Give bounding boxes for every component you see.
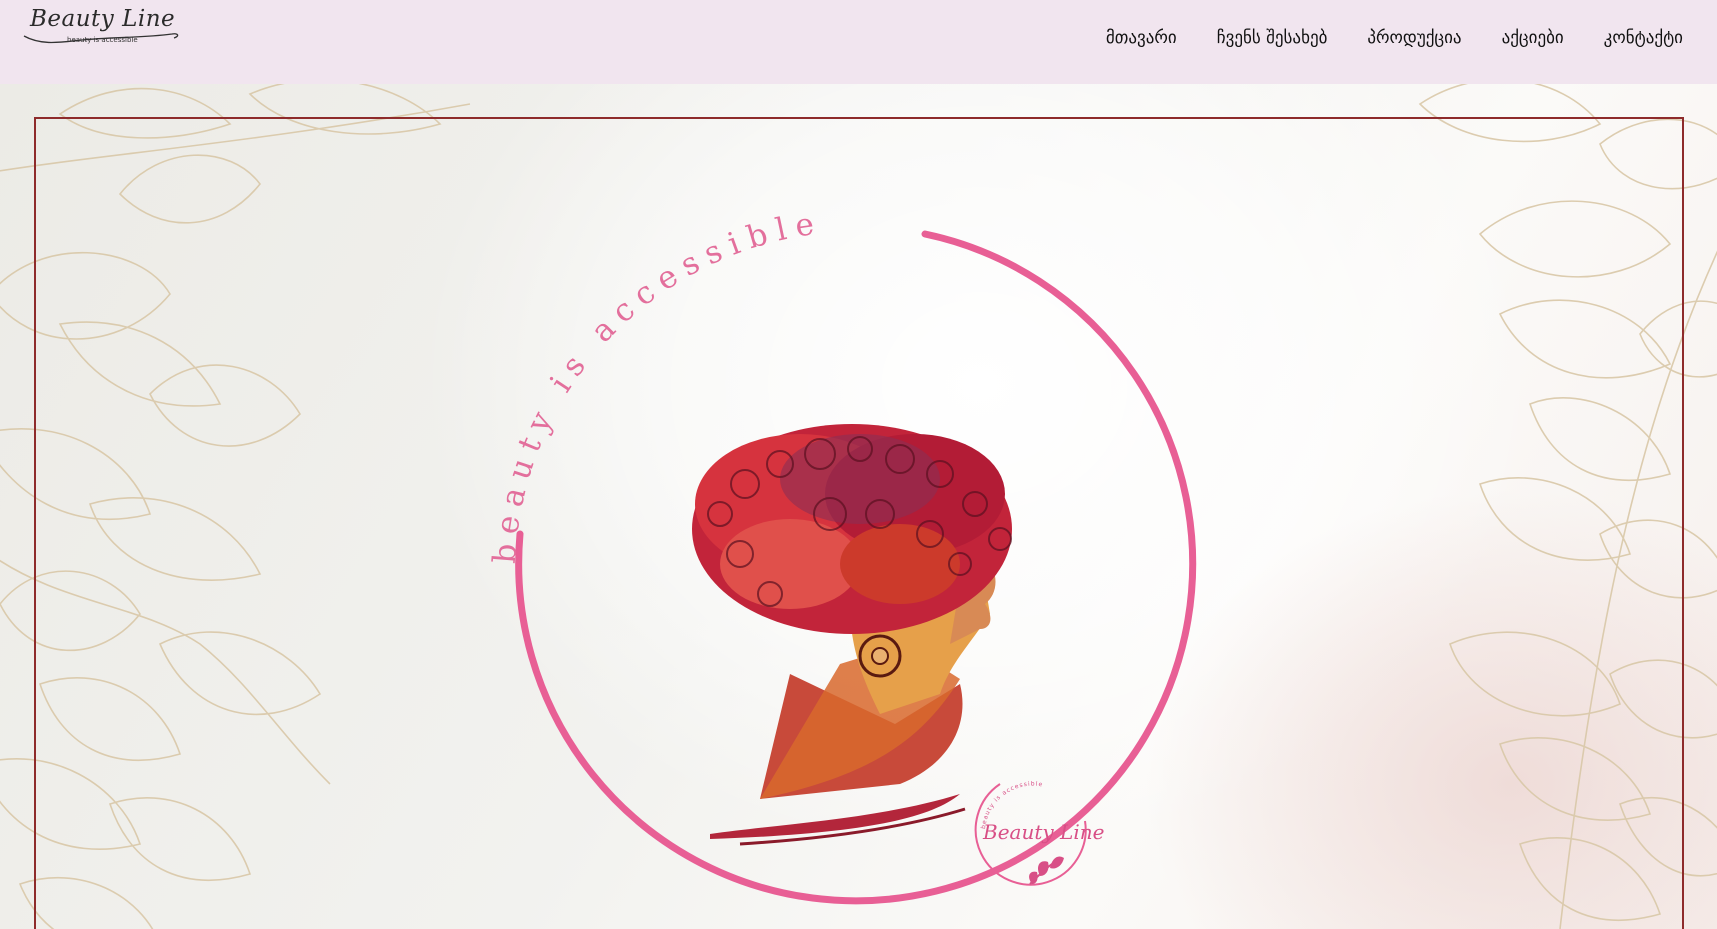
main-menu: მთავარი ჩვენს შესახებ პროდუქცია აქციები … [1086, 24, 1703, 52]
brand-logo[interactable]: Beauty Line beauty is accessible [22, 6, 182, 48]
nav-item-promotions[interactable]: აქციები [1482, 24, 1584, 52]
hero-banner: beauty is accessible beauty is accessibl… [0, 84, 1717, 929]
nav-item-products[interactable]: პროდუქცია [1347, 24, 1481, 52]
svg-text:Beauty Line: Beauty Line [982, 820, 1104, 844]
brand-tagline: beauty is accessible [67, 36, 138, 44]
brand-emblem: beauty is accessible beauty is accessibl… [487, 205, 1197, 905]
top-navbar: Beauty Line beauty is accessible მთავარი… [0, 0, 1717, 84]
nav-item-contact[interactable]: კონტაქტი [1584, 24, 1703, 52]
nav-item-about[interactable]: ჩვენს შესახებ [1197, 24, 1348, 52]
nav-item-home[interactable]: მთავარი [1086, 24, 1197, 52]
woman-silhouette-illustration [692, 424, 1012, 846]
